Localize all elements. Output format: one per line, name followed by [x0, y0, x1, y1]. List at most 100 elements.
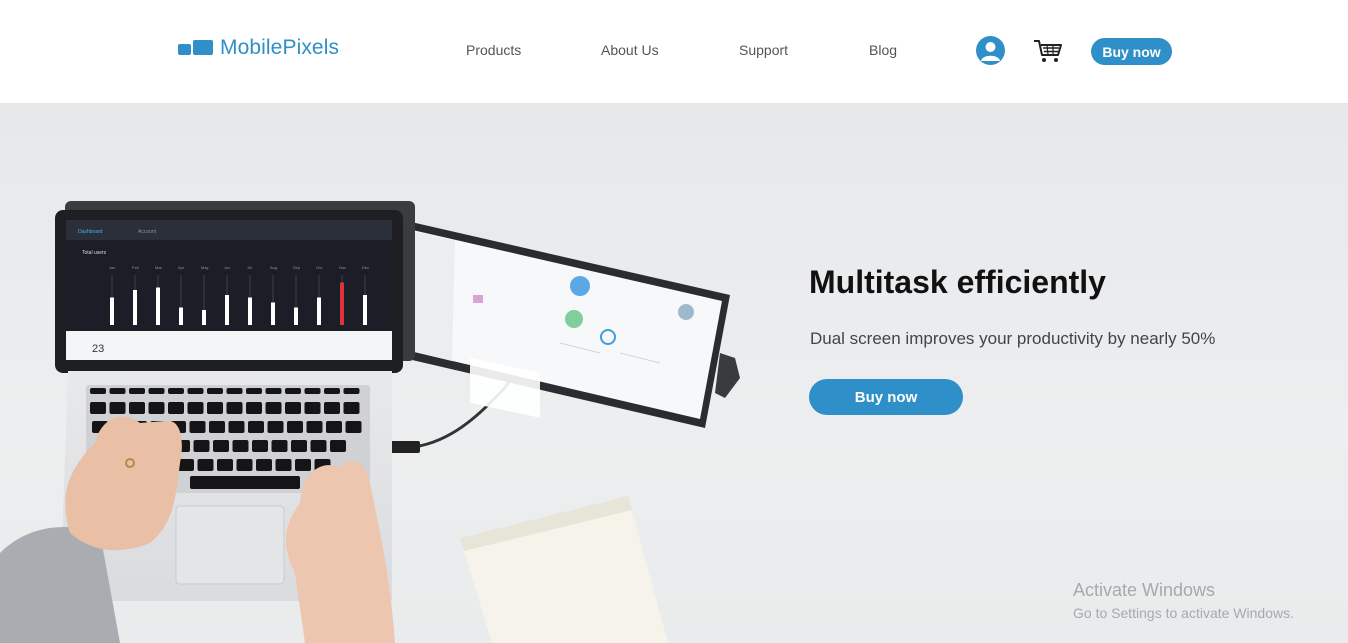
- keyboard-key: [252, 440, 268, 452]
- keyboard-key: [232, 440, 249, 452]
- keyboard-key: [304, 388, 321, 394]
- keyboard-key: [275, 459, 292, 471]
- keyboard-key: [285, 388, 301, 394]
- laptop-card-value: 23: [92, 343, 104, 355]
- keyboard-key: [148, 388, 165, 394]
- keyboard-key: [246, 402, 262, 414]
- laptop-bar: [202, 310, 206, 325]
- keyboard-key: [109, 402, 126, 414]
- windows-activation-title: Activate Windows: [1073, 580, 1216, 600]
- nav-blog[interactable]: Blog: [869, 42, 897, 58]
- portable-monitor: [382, 216, 740, 428]
- keyboard-key: [248, 421, 264, 433]
- laptop-month-label: Jan: [109, 265, 115, 270]
- brand-name: MobilePixels: [220, 36, 340, 59]
- keyboard-key: [343, 402, 360, 414]
- laptop-month-label: Dec: [362, 265, 369, 270]
- keyboard-key: [189, 421, 206, 433]
- keyboard-key: [330, 440, 346, 452]
- keyboard-key: [285, 402, 301, 414]
- laptop-bar: [133, 290, 137, 325]
- keyboard-key: [265, 388, 282, 394]
- laptop-chart-title: Total users: [82, 250, 107, 256]
- keyboard-key: [304, 402, 321, 414]
- hero-buy-now-button[interactable]: Buy now: [809, 379, 963, 415]
- laptop-month-label: Nov: [339, 265, 346, 270]
- user-account-icon[interactable]: [976, 36, 1005, 65]
- keyboard-key: [265, 402, 282, 414]
- laptop-month-label: Jun: [224, 265, 230, 270]
- keyboard-key: [267, 421, 284, 433]
- hero-title: Multitask efficiently: [809, 264, 1106, 300]
- laptop-month-label: Aug: [270, 265, 277, 270]
- keyboard-key: [306, 421, 323, 433]
- keyboard-key: [295, 459, 311, 471]
- keyboard-key: [326, 421, 342, 433]
- keyboard-spacebar: [190, 476, 300, 489]
- laptop-bar: [271, 302, 275, 325]
- keyboard-key: [345, 421, 362, 433]
- laptop-tab-account: Account: [138, 229, 157, 235]
- keyboard-key: [129, 402, 145, 414]
- notepad: [460, 496, 668, 643]
- site-header: MobilePixels Products About Us Support B…: [0, 0, 1348, 103]
- keyboard-key: [236, 459, 253, 471]
- hero-section: Dashboard Account Total users 23 Jan Feb M…: [0, 103, 1348, 643]
- keyboard-key: [213, 440, 229, 452]
- laptop-month-label: May: [201, 265, 209, 270]
- hero-illustration: Dashboard Account Total users 23 Jan Feb M…: [0, 201, 740, 643]
- keyboard-key: [226, 388, 243, 394]
- keyboard-key: [271, 440, 288, 452]
- laptop-bar: [179, 307, 183, 325]
- laptop-bar: [340, 282, 344, 325]
- laptop-month-label: Sep: [293, 265, 301, 270]
- keyboard-key: [187, 402, 204, 414]
- laptop-bar: [248, 297, 252, 325]
- keyboard-key: [90, 388, 106, 394]
- keyboard-key: [168, 402, 184, 414]
- keyboard-key: [193, 440, 210, 452]
- keyboard-key: [228, 421, 245, 433]
- laptop-bar: [225, 295, 229, 325]
- keyboard-key: [207, 402, 223, 414]
- hero-subtitle: Dual screen improves your productivity b…: [810, 329, 1216, 348]
- keyboard-key: [197, 459, 214, 471]
- keyboard-key: [343, 388, 360, 394]
- brand-logo[interactable]: MobilePixels: [178, 36, 339, 60]
- keyboard-key: [187, 388, 204, 394]
- windows-activation-subtitle: Go to Settings to activate Windows.: [1073, 605, 1294, 621]
- nav-products[interactable]: Products: [466, 42, 521, 58]
- header-buy-now-button[interactable]: Buy now: [1091, 38, 1172, 65]
- laptop-month-label: Apr: [178, 265, 185, 270]
- keyboard-key: [217, 459, 233, 471]
- laptop-bar: [294, 307, 298, 325]
- keyboard-key: [207, 388, 223, 394]
- keyboard-key: [90, 402, 106, 414]
- laptop-bar: [110, 297, 114, 325]
- keyboard-key: [209, 421, 225, 433]
- laptop-bar: [156, 287, 160, 325]
- keyboard-key: [246, 388, 262, 394]
- keyboard-key: [148, 402, 165, 414]
- keyboard-key: [287, 421, 303, 433]
- laptop-month-label: Feb: [132, 265, 140, 270]
- nav-support[interactable]: Support: [739, 42, 788, 58]
- keyboard-key: [109, 388, 126, 394]
- keyboard-key: [324, 402, 340, 414]
- laptop-month-label: Mar: [155, 265, 163, 270]
- logo-screens-icon: [178, 39, 214, 57]
- keyboard-key: [129, 388, 145, 394]
- keyboard-key: [310, 440, 327, 452]
- laptop-tab-dashboard: Dashboard: [78, 229, 103, 235]
- laptop-month-label: Oct: [316, 265, 323, 270]
- keyboard-key: [291, 440, 307, 452]
- keyboard-key: [168, 388, 184, 394]
- keyboard-key: [256, 459, 272, 471]
- laptop-bar: [317, 297, 321, 325]
- laptop-bar: [363, 295, 367, 325]
- shopping-cart-icon[interactable]: [1033, 38, 1063, 69]
- laptop-month-label: Jul: [247, 265, 252, 270]
- keyboard-key: [324, 388, 340, 394]
- keyboard-key: [226, 402, 243, 414]
- nav-about-us[interactable]: About Us: [601, 42, 659, 58]
